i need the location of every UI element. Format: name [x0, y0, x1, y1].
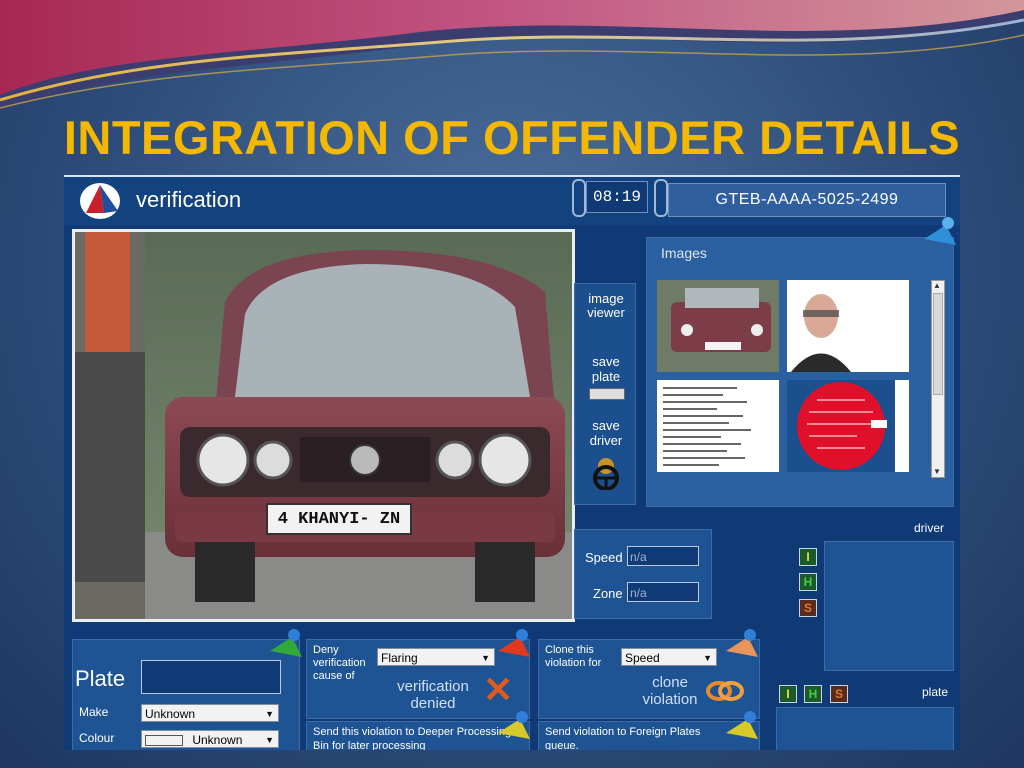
slide-title: INTEGRATION OF OFFENDER DETAILS	[63, 111, 961, 164]
plate-h-button[interactable]: H	[804, 685, 822, 703]
zone-field[interactable]: n/a	[627, 582, 699, 602]
plate-image-box	[776, 707, 954, 750]
cross-icon: ✕	[483, 669, 514, 710]
clip-icon	[572, 179, 586, 217]
case-number: GTEB-AAAA-5025-2499	[668, 183, 946, 217]
clone-text: Clone this violation for	[545, 644, 602, 669]
chain-link-icon	[706, 681, 744, 701]
image-thumbnail-licence-disc[interactable]	[787, 380, 909, 472]
images-scrollbar[interactable]: ▲ ▼	[931, 280, 945, 478]
colour-select[interactable]: Unknown ▼	[141, 730, 279, 748]
driver-s-button[interactable]: S	[799, 599, 817, 617]
save-plate-button[interactable]: save plate	[579, 354, 633, 384]
speed-zone-panel: Speed n/a Zone n/a	[574, 529, 712, 619]
make-label: Make	[79, 705, 109, 719]
colour-select-value: Unknown	[192, 733, 243, 747]
images-panel: Images ▲ ▼	[646, 237, 954, 507]
license-plate-text: 4 KHANYI- ZN	[277, 510, 401, 529]
save-driver-button[interactable]: save driver	[579, 418, 633, 448]
plate-input[interactable]	[141, 660, 281, 694]
scroll-down-icon[interactable]: ▼	[933, 468, 941, 476]
plate-form-panel: Plate Make Unknown ▼ Colour Unknown ▼	[72, 639, 300, 750]
image-viewer-button[interactable]: image viewer	[579, 292, 633, 320]
chevron-down-icon: ▼	[265, 735, 274, 745]
make-select[interactable]: Unknown ▼	[141, 704, 279, 722]
image-thumbnail-vehicle[interactable]	[657, 280, 779, 372]
driver-image-box	[824, 541, 954, 671]
chevron-down-icon: ▼	[481, 653, 490, 663]
clone-type-select[interactable]: Speed ▼	[621, 648, 717, 666]
plate-thumbnail-icon	[589, 388, 625, 400]
clock-display: 08:19	[586, 181, 648, 213]
vehicle-photo[interactable]: 4 KHANYI- ZN	[72, 229, 575, 622]
steering-wheel-icon	[593, 458, 619, 490]
deny-reason-select[interactable]: Flaring ▼	[377, 648, 495, 666]
deeper-processing-text[interactable]: Send this violation to Deeper Processing…	[313, 725, 513, 750]
plate-label: Plate	[75, 666, 126, 691]
pushpin-icon	[498, 711, 530, 739]
app-header: verification 08:19 GTEB-AAAA-5025-2499	[64, 175, 960, 225]
images-panel-title: Images	[661, 245, 707, 261]
clone-type-value: Speed	[625, 651, 660, 665]
app-name: verification	[136, 187, 242, 212]
plate-panel-label: plate	[922, 685, 949, 699]
chevron-down-icon: ▼	[703, 653, 712, 663]
speed-field[interactable]: n/a	[627, 546, 699, 566]
pushpin-icon	[726, 711, 758, 739]
vehicle-photo-image	[75, 232, 572, 619]
deny-text: Deny verification cause of	[313, 644, 366, 682]
driver-panel-label: driver	[914, 521, 945, 535]
plate-i-button[interactable]: I	[779, 685, 797, 703]
pushpin-icon	[498, 629, 530, 657]
speed-label: Speed	[585, 550, 623, 565]
image-thumbnail-driver-face[interactable]	[787, 280, 909, 372]
plate-s-button[interactable]: S	[830, 685, 848, 703]
clone-violation-button[interactable]: clone violation	[635, 674, 705, 708]
zone-label: Zone	[593, 586, 623, 601]
verification-denied-button[interactable]: verification denied	[383, 678, 483, 712]
pushpin-icon	[270, 629, 302, 657]
colour-label: Colour	[79, 731, 115, 745]
verification-app-window: verification 08:19 GTEB-AAAA-5025-2499 4…	[64, 175, 960, 750]
driver-i-button[interactable]: I	[799, 548, 817, 566]
side-tools-panel: image viewer save plate save driver	[574, 283, 636, 505]
deny-reason-value: Flaring	[381, 651, 418, 665]
scroll-thumb[interactable]	[933, 293, 943, 395]
foreign-plates-text[interactable]: Send violation to Foreign Plates queue.	[545, 725, 705, 750]
pushpin-icon	[924, 217, 956, 245]
scroll-up-icon[interactable]: ▲	[933, 282, 941, 290]
slide-swoosh-decoration	[0, 0, 1024, 110]
pushpin-icon	[726, 629, 758, 657]
colour-swatch	[145, 735, 183, 747]
image-thumbnail-document[interactable]	[657, 380, 779, 472]
make-select-value: Unknown	[145, 707, 196, 721]
chevron-down-icon: ▼	[265, 709, 274, 719]
app-logo-icon	[80, 183, 120, 219]
driver-h-button[interactable]: H	[799, 573, 817, 591]
clip-icon	[654, 179, 668, 217]
